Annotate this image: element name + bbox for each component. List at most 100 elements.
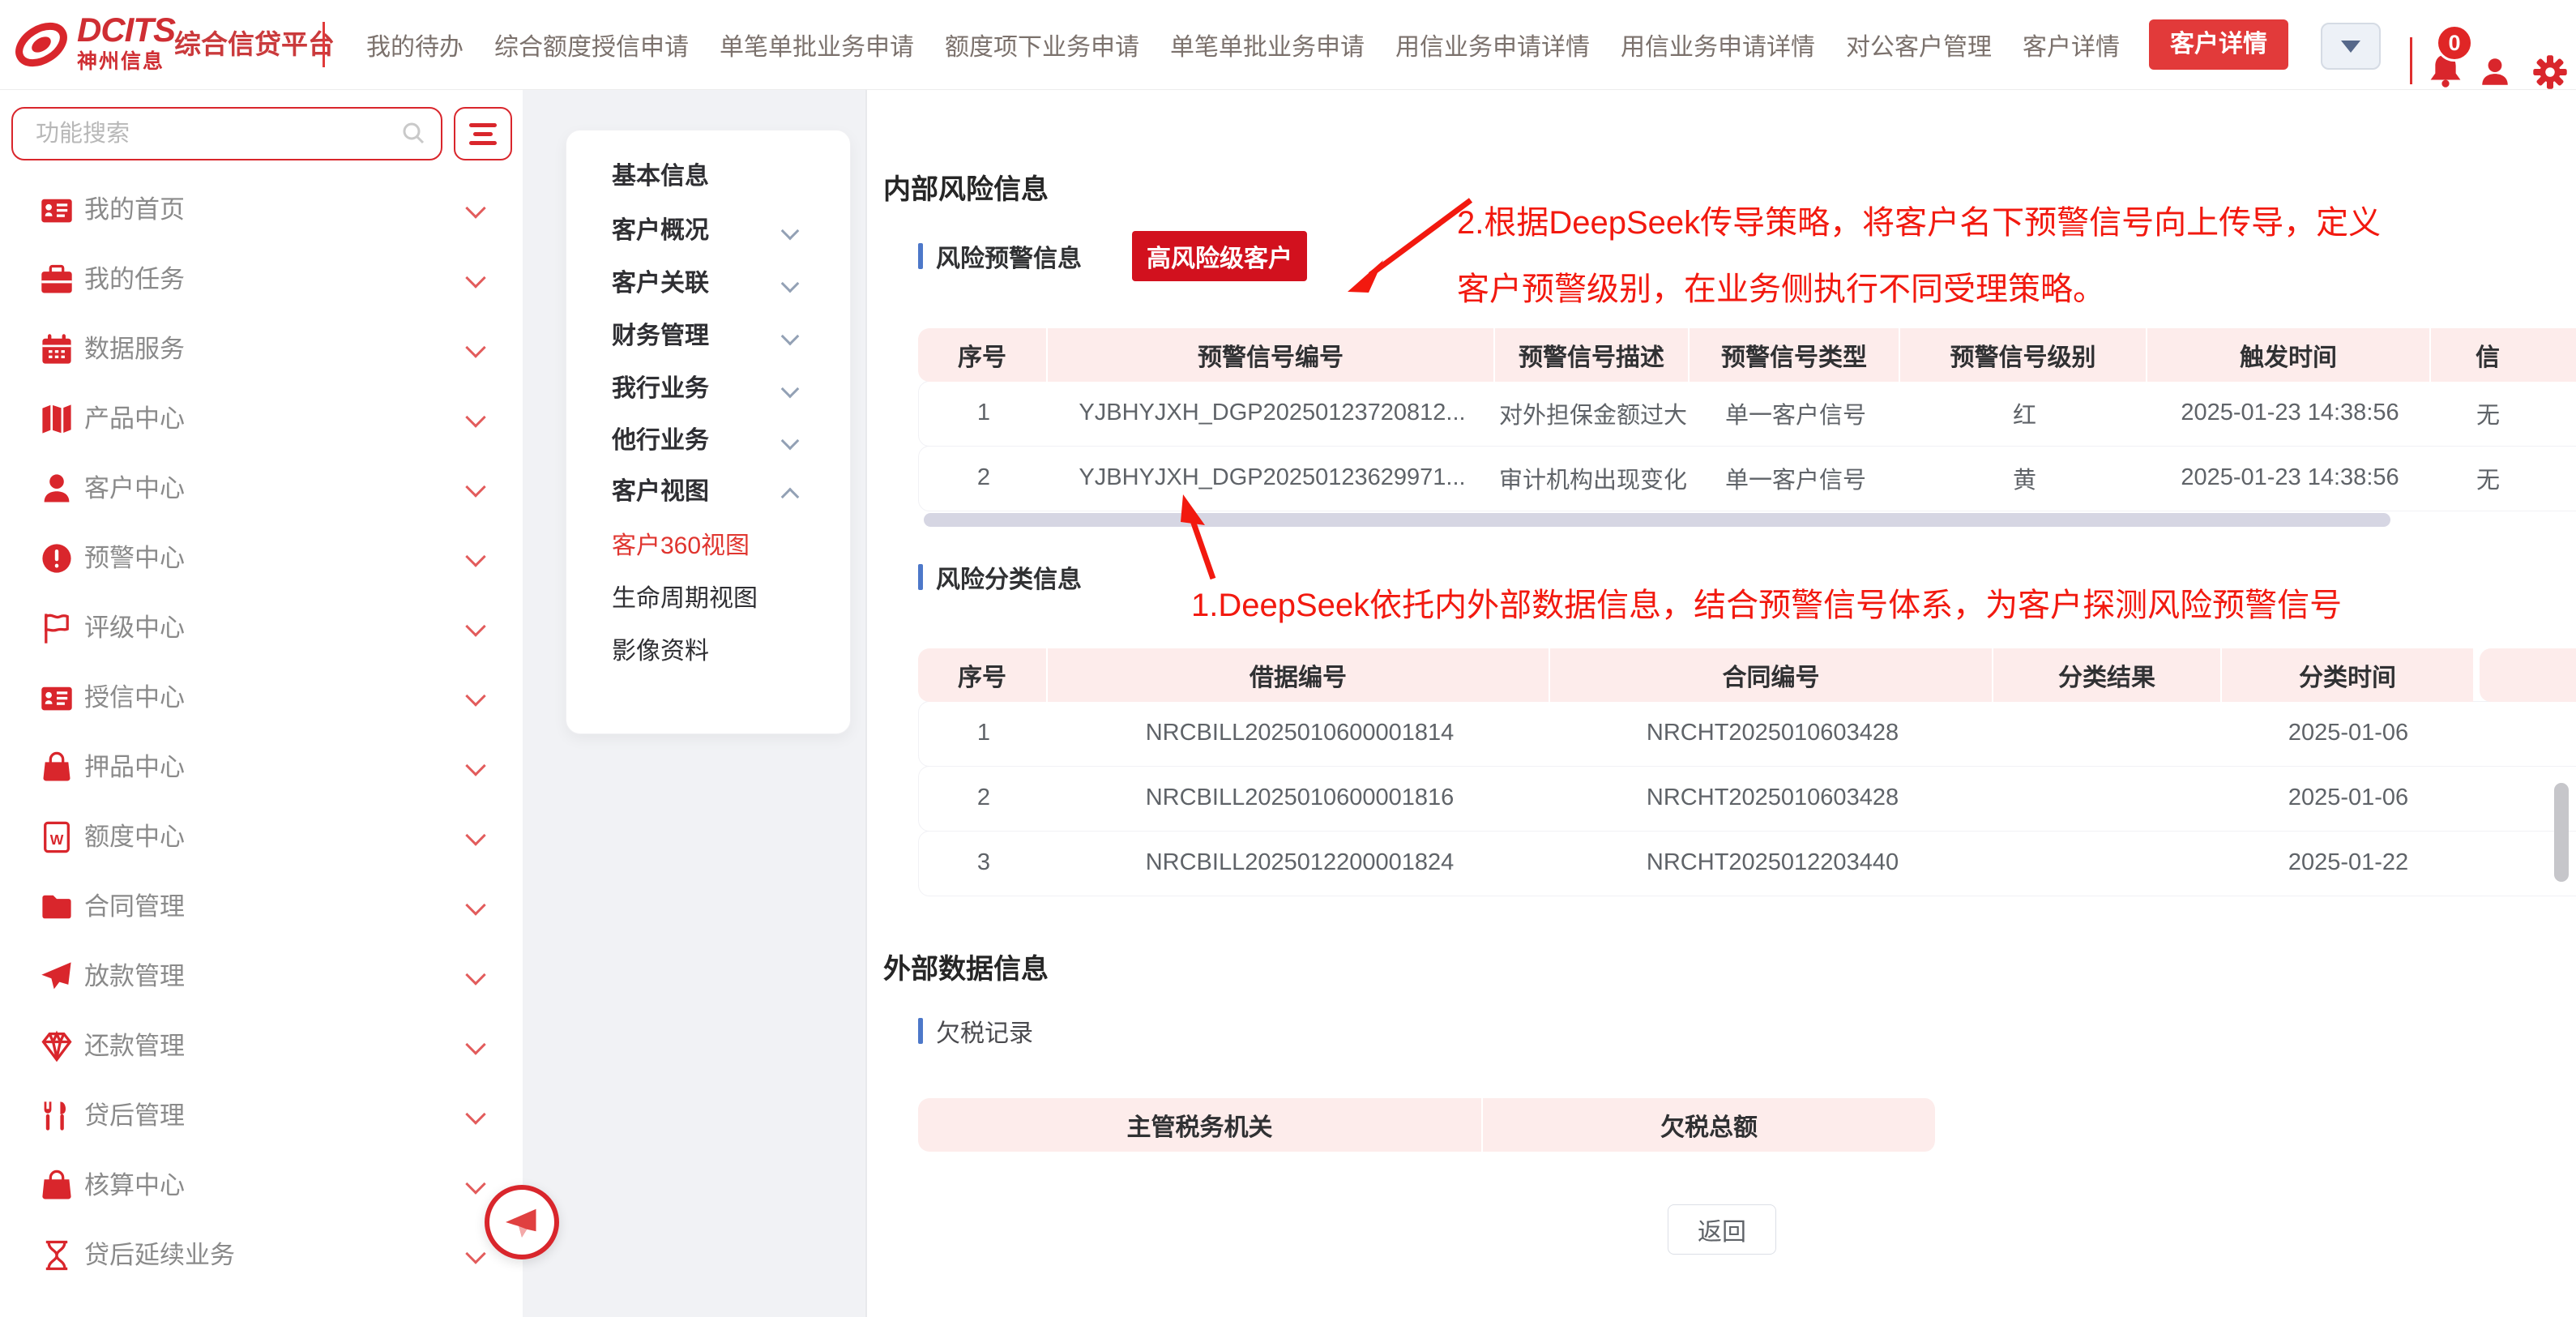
horizontal-scrollbar[interactable]: [924, 513, 2390, 527]
submenu-item-our-bank-business[interactable]: 我行业务: [566, 363, 850, 415]
nav-tab-customer-detail[interactable]: 客户详情: [2023, 27, 2120, 62]
submenu-item-image-materials[interactable]: 影像资料: [566, 626, 850, 678]
sidebar-item-collateral-center[interactable]: 押品中心: [0, 733, 523, 802]
high-risk-customer-badge: 高风险级客户: [1132, 231, 1307, 281]
table-row: 3 NRCBILL2025012200001824 NRCHT202501220…: [918, 831, 2576, 896]
nav-tabs: 我的待办 综合额度授信申请 单笔单批业务申请 额度项下业务申请 单笔单批业务申请…: [366, 0, 2120, 89]
chevron-down-icon: [465, 895, 485, 915]
nav-tab-credit-apply[interactable]: 综合额度授信申请: [494, 27, 689, 62]
calendar-icon: [39, 331, 75, 367]
dcits-logo-icon: [13, 11, 70, 82]
logo-company-en: DCITS: [77, 13, 175, 47]
submenu-item-customer-overview[interactable]: 客户概况: [566, 205, 850, 257]
sidebar-item-my-home[interactable]: 我的首页: [0, 175, 523, 245]
chevron-up-icon: [781, 488, 800, 507]
annotation-arrow-1: [1163, 488, 1236, 585]
table-row: 2 NRCBILL2025010600001816 NRCHT202501060…: [918, 766, 2576, 832]
sidebar-item-data-services[interactable]: 数据服务: [0, 314, 523, 384]
section-bar: [918, 243, 923, 269]
logo-company-cn: 神州信息: [77, 52, 175, 72]
function-search-input[interactable]: [11, 107, 442, 160]
vertical-scrollbar[interactable]: [2554, 783, 2569, 882]
logo-text: DCITS 神州信息: [77, 13, 175, 72]
customer-view-submenu: 基本信息 客户概况 客户关联 财务管理 我行业务 他行业务 客户视图 客户360…: [566, 130, 851, 734]
logo-divider: [323, 22, 325, 67]
left-sidebar: 我的首页 我的任务 数据服务 产品中心 客户中心 预警中心: [0, 89, 523, 1317]
sidebar-item-customer-center[interactable]: 客户中心: [0, 454, 523, 524]
nav-tab-single-batch-2[interactable]: 单笔单批业务申请: [1170, 27, 1365, 62]
tab-overflow-dropdown[interactable]: [2321, 23, 2381, 70]
active-tab-customer-detail[interactable]: 客户详情: [2149, 19, 2288, 70]
nav-tab-under-limit[interactable]: 额度项下业务申请: [945, 27, 1139, 62]
tax-arrears-section-header: 欠税记录: [918, 1008, 1033, 1054]
sidebar-collapse-button[interactable]: [485, 1185, 559, 1259]
sidebar-item-post-loan-mgmt[interactable]: 贷后管理: [0, 1081, 523, 1151]
briefcase-icon: [39, 262, 75, 297]
user-icon: [39, 471, 75, 507]
main-content: 内部风险信息 风险预警信息 高风险级客户 2.根据DeepSeek传导策略，将客…: [867, 89, 2576, 1317]
user-profile-icon[interactable]: [2478, 55, 2512, 93]
shopping-bag-icon: [39, 1168, 75, 1204]
submenu-item-customer-360-view[interactable]: 客户360视图: [566, 520, 850, 572]
chevron-down-icon: [465, 477, 485, 497]
flag-icon: [39, 610, 75, 646]
sidebar-item-product-center[interactable]: 产品中心: [0, 384, 523, 454]
chevron-down-icon: [781, 222, 800, 241]
tax-arrears-table: 主管税务机关 欠税总额: [918, 1098, 1937, 1152]
doc-w-icon: W: [39, 819, 75, 855]
sidebar-item-rating-center[interactable]: 评级中心: [0, 593, 523, 663]
submenu-item-other-bank-business[interactable]: 他行业务: [566, 415, 850, 467]
sidebar-item-warning-center[interactable]: 预警中心: [0, 524, 523, 593]
sidebar-item-disbursement-mgmt[interactable]: 放款管理: [0, 942, 523, 1011]
nav-tab-corp-customer-mgmt[interactable]: 对公客户管理: [1846, 27, 1992, 62]
chevron-down-icon: [465, 267, 485, 288]
external-data-heading: 外部数据信息: [883, 947, 1049, 986]
submenu-item-finance-mgmt[interactable]: 财务管理: [566, 310, 850, 362]
risk-class-section-header: 风险分类信息: [918, 554, 1082, 600]
annotation-note-2: 2.根据DeepSeek传导策略，将客户名下预警信号向上传导，定义 客户预警级别…: [1457, 190, 2381, 323]
search-icon: [400, 120, 426, 150]
nav-tab-loan-use-detail-2[interactable]: 用信业务申请详情: [1621, 27, 1815, 62]
sidebar-item-post-loan-continuation[interactable]: 贷后延续业务: [0, 1221, 523, 1290]
sidebar-item-contract-mgmt[interactable]: 合同管理: [0, 872, 523, 942]
nav-tab-single-batch-1[interactable]: 单笔单批业务申请: [720, 27, 914, 62]
product-title: 综合信贷平台: [174, 0, 335, 89]
utensils-icon: [39, 1098, 75, 1134]
submenu-item-basic-info[interactable]: 基本信息: [566, 151, 850, 203]
alert-circle-icon: [39, 541, 75, 576]
annotation-note-1: 1.DeepSeek依托内外部数据信息，结合预警信号体系，为客户探测风险预警信号: [1191, 572, 2342, 639]
table-row: 1 YJBHYJXH_DGP20250123720812... 对外担保金额过大…: [918, 381, 2576, 447]
sidebar-item-repayment-mgmt[interactable]: 还款管理: [0, 1011, 523, 1081]
menu-collapse-button[interactable]: [454, 107, 512, 160]
nav-tab-loan-use-detail-1[interactable]: 用信业务申请详情: [1395, 27, 1590, 62]
table-row: 1 NRCBILL2025010600001814 NRCHT202501060…: [918, 701, 2576, 767]
table-header-row: 序号 借据编号 合同编号 分类结果 分类时间: [918, 648, 2576, 702]
nav-tab-my-todo[interactable]: 我的待办: [366, 27, 464, 62]
table-header-row: 序号 预警信号编号 预警信号描述 预警信号类型 预警信号级别 触发时间 信: [918, 328, 2576, 382]
submenu-item-lifecycle-view[interactable]: 生命周期视图: [566, 573, 850, 625]
back-button[interactable]: 返回: [1668, 1204, 1776, 1255]
chevron-down-icon: [781, 275, 800, 293]
chevron-down-icon: [465, 1243, 485, 1264]
chevron-down-icon: [2341, 41, 2360, 53]
risk-warning-section-header: 风险预警信息 高风险级客户: [918, 233, 1307, 279]
section-bar: [918, 1018, 923, 1044]
navbar-separator: [2410, 37, 2412, 84]
internal-risk-heading: 内部风险信息: [883, 167, 1049, 207]
chevron-down-icon: [781, 380, 800, 399]
paper-plane-icon: [39, 959, 75, 994]
submenu-item-customer-view[interactable]: 客户视图: [566, 466, 850, 518]
settings-gear-icon[interactable]: [2531, 53, 2569, 95]
sidebar-item-accounting-center[interactable]: 核算中心: [0, 1151, 523, 1221]
paper-plane-left-icon: [502, 1202, 542, 1242]
sidebar-item-credit-center[interactable]: 授信中心: [0, 663, 523, 733]
sidebar-item-my-tasks[interactable]: 我的任务: [0, 245, 523, 314]
chevron-down-icon: [465, 407, 485, 427]
sidebar-item-limit-center[interactable]: W 额度中心: [0, 802, 523, 872]
chevron-down-icon: [465, 1174, 485, 1194]
risk-warning-title: 风险预警信息: [936, 238, 1082, 274]
risk-class-title: 风险分类信息: [936, 559, 1082, 595]
submenu-item-customer-relations[interactable]: 客户关联: [566, 258, 850, 310]
chevron-down-icon: [781, 432, 800, 451]
notification-count-badge: 0: [2436, 24, 2473, 62]
